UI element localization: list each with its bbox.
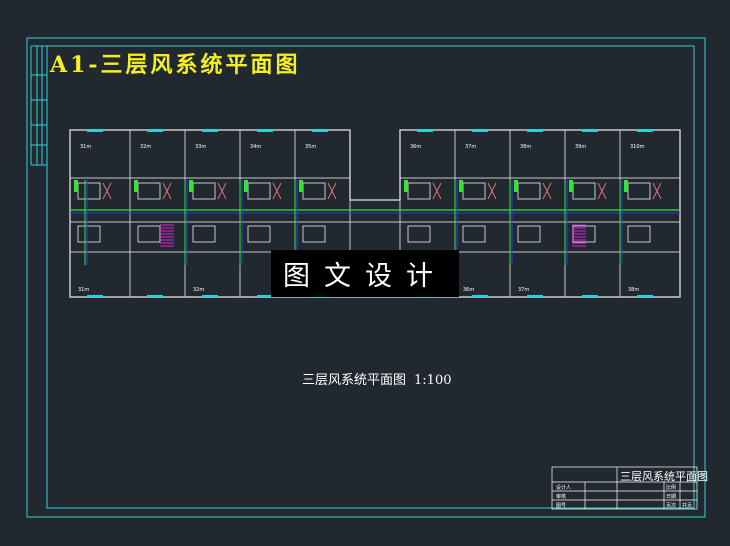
room-label: 37m: [518, 287, 529, 293]
room-label: 310m: [630, 144, 645, 150]
window: [257, 129, 273, 132]
window: [527, 129, 543, 132]
fan-coil: [459, 180, 463, 192]
bathroom: [627, 182, 651, 200]
bathroom: [192, 182, 216, 200]
room-label: 31m: [80, 144, 91, 150]
window: [582, 129, 598, 132]
shaft-cross: [162, 182, 172, 200]
bathroom: [572, 182, 596, 200]
shaft-cross: [597, 182, 607, 200]
room-label: 32m: [193, 287, 204, 293]
window: [472, 295, 488, 298]
bathroom: [302, 225, 326, 243]
title-block-name: 三层风系统平面图: [620, 470, 708, 483]
drawing-title: A1-三层风系统平面图: [50, 52, 301, 78]
fan-coil: [134, 180, 138, 192]
shaft-cross: [102, 182, 112, 200]
window: [312, 129, 328, 132]
window: [147, 295, 163, 298]
scale-label: 1:100: [414, 373, 452, 388]
bathroom: [77, 225, 101, 243]
room-label: 36m: [410, 144, 421, 150]
tb-cell: 日期: [666, 494, 677, 500]
bathroom: [247, 182, 271, 200]
shaft-cross: [217, 182, 227, 200]
window: [472, 129, 488, 132]
window: [202, 129, 218, 132]
bathroom: [407, 225, 431, 243]
watermark: 图文设计: [271, 250, 459, 297]
room-label: 38m: [628, 287, 639, 293]
room-label: 35m: [305, 144, 316, 150]
window: [202, 295, 218, 298]
fan-coil: [189, 180, 193, 192]
window: [147, 129, 163, 132]
bathroom: [137, 182, 161, 200]
tb-cell: 页次: [666, 503, 677, 509]
caption-text: 三层风系统平面图: [302, 373, 407, 388]
bathroom: [517, 225, 541, 243]
room-label: 34m: [250, 144, 261, 150]
window: [87, 129, 103, 132]
shaft-cross: [652, 182, 662, 200]
room-label: 37m: [465, 144, 476, 150]
room-label: 38m: [520, 144, 531, 150]
tb-cell: 图号: [556, 503, 567, 509]
tb-cell: 比例: [666, 485, 677, 491]
bathroom: [407, 182, 431, 200]
fan-coil: [74, 180, 78, 192]
shaft-cross: [327, 182, 337, 200]
tb-cell: 设计人: [556, 485, 572, 491]
bathroom: [302, 182, 326, 200]
shaft-cross: [432, 182, 442, 200]
room-label: 36m: [463, 287, 474, 293]
shaft-cross: [487, 182, 497, 200]
shaft-cross: [272, 182, 282, 200]
bathroom: [462, 182, 486, 200]
window: [637, 129, 653, 132]
room-label: 32m: [140, 144, 151, 150]
room-label: 31m: [78, 287, 89, 293]
tb-cell: 审核: [556, 494, 567, 500]
room-label: 39m: [575, 144, 586, 150]
room-label: 33m: [195, 144, 206, 150]
fan-coil: [514, 180, 518, 192]
bathroom: [627, 225, 651, 243]
bathroom: [192, 225, 216, 243]
shaft-cross: [542, 182, 552, 200]
bathroom: [137, 225, 161, 243]
fan-coil: [569, 180, 573, 192]
bathroom: [247, 225, 271, 243]
window: [582, 295, 598, 298]
fan-coil: [244, 180, 248, 192]
drawing-caption: 三层风系统平面图 1:100: [302, 369, 451, 388]
bathroom: [462, 225, 486, 243]
tb-cell: 共页: [682, 503, 693, 509]
bathroom: [517, 182, 541, 200]
window: [87, 295, 103, 298]
fan-coil: [624, 180, 628, 192]
window: [527, 295, 543, 298]
bathroom: [77, 182, 101, 200]
window: [637, 295, 653, 298]
fan-coil: [404, 180, 408, 192]
window: [417, 129, 433, 132]
fan-coil: [299, 180, 303, 192]
